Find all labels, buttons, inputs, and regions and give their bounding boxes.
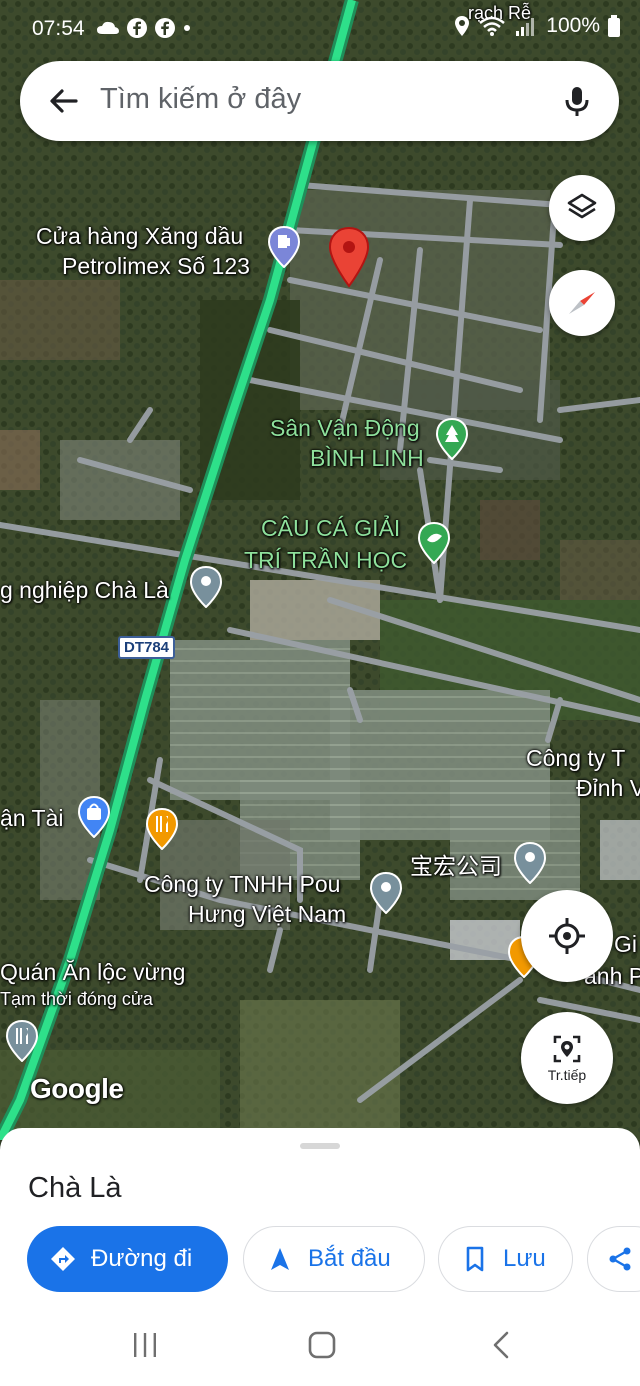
battery-percentage: 100% [546, 14, 600, 37]
compass-button[interactable] [549, 270, 615, 336]
share-icon [609, 1247, 631, 1271]
back-arrow-icon[interactable] [44, 81, 84, 121]
google-logo: Google [30, 1073, 124, 1104]
share-button[interactable] [587, 1226, 640, 1292]
live-view-icon [553, 1035, 581, 1063]
recent-apps-icon[interactable] [130, 1330, 160, 1360]
poi-stadium-label[interactable]: Sân Vận Động [270, 414, 420, 442]
route-shield-dt784: DT784 [118, 636, 176, 659]
place-pin-icon-3[interactable] [370, 872, 402, 914]
signal-icon [516, 18, 535, 36]
directions-button[interactable]: Đường đi [27, 1226, 228, 1292]
restaurant-pin-icon-3[interactable] [6, 1020, 38, 1062]
selected-place-pin-icon[interactable] [328, 226, 370, 288]
poi-baohong-label[interactable]: 宝宏公司 [410, 852, 502, 880]
poi-industrial-zone-label[interactable]: g nghiệp Chà Là [0, 576, 169, 604]
poi-gas-station-label[interactable]: Cửa hàng Xăng dầu [36, 222, 243, 250]
facebook-icon [127, 18, 147, 38]
poi-pouhung-label[interactable]: Công ty TNHH Pou [144, 870, 340, 898]
location-icon [455, 16, 470, 36]
bookmark-icon [466, 1246, 484, 1272]
back-icon[interactable] [487, 1330, 517, 1360]
status-time: 07:54 [32, 17, 85, 40]
poi-fishing-label[interactable]: CÂU CÁ GIẢI [261, 514, 400, 542]
status-icons-left [96, 17, 192, 39]
poi-restaurant-label[interactable]: Quán Ăn lộc vừng [0, 958, 185, 986]
directions-icon [51, 1247, 75, 1271]
explore-live-label: Tr.tiếp [547, 1067, 587, 1083]
system-navigation-bar [0, 1300, 640, 1386]
layers-icon [567, 193, 597, 219]
save-button[interactable]: Lưu [438, 1226, 573, 1292]
dot-icon [184, 25, 190, 31]
cloud-icon [97, 21, 119, 34]
save-label: Lưu [503, 1245, 546, 1272]
poi-company-right-label[interactable]: Công ty T [526, 744, 625, 772]
gas-station-pin-icon[interactable] [268, 226, 300, 268]
my-location-button[interactable] [521, 890, 613, 982]
restaurant-pin-icon[interactable] [146, 808, 178, 850]
facebook-icon [155, 18, 175, 38]
poi-restaurant-status: Tạm thời đóng cửa [0, 989, 153, 1009]
microphone-icon[interactable] [557, 81, 597, 121]
explore-live-button[interactable]: Tr.tiếp [521, 1012, 613, 1104]
shopping-bag-pin-icon[interactable] [78, 796, 110, 838]
status-icons-right: 100% [454, 14, 620, 38]
search-input[interactable]: Tìm kiếm ở đây [100, 83, 301, 116]
wifi-icon [479, 16, 506, 36]
layers-button[interactable] [549, 175, 615, 241]
sheet-drag-handle[interactable] [300, 1143, 340, 1149]
directions-label: Đường đi [91, 1245, 193, 1272]
poi-shop-left-label[interactable]: ận Tài [0, 804, 64, 832]
poi-right-partial-label[interactable]: Gi [614, 930, 637, 958]
status-bar: 07:54 100% [0, 0, 640, 58]
search-bar[interactable]: Tìm kiếm ở đây [20, 61, 619, 141]
navigation-arrow-icon [271, 1248, 289, 1270]
compass-icon [569, 292, 595, 314]
park-pin-icon[interactable] [436, 418, 468, 460]
battery-icon [608, 15, 620, 37]
fishing-pin-icon[interactable] [418, 522, 450, 564]
poi-pouhung-label-2[interactable]: Hưng Việt Nam [188, 900, 346, 928]
home-icon[interactable] [307, 1330, 337, 1360]
start-button[interactable]: Bắt đầu [243, 1226, 425, 1292]
poi-company-right-label-2[interactable]: Đỉnh V [576, 774, 640, 802]
start-label: Bắt đầu [308, 1245, 391, 1272]
poi-stadium-label-2[interactable]: BÌNH LINH [310, 444, 424, 472]
place-pin-icon[interactable] [190, 566, 222, 608]
poi-gas-station-label-2[interactable]: Petrolimex Số 123 [62, 252, 250, 280]
my-location-icon [549, 918, 585, 954]
place-bottom-sheet[interactable]: Chà Là Đường đi Bắt đầu Lưu [0, 1128, 640, 1308]
place-pin-icon-2[interactable] [514, 842, 546, 884]
poi-fishing-label-2[interactable]: TRÍ TRẦN HỌC [244, 546, 407, 574]
place-title: Chà Là [28, 1172, 122, 1204]
